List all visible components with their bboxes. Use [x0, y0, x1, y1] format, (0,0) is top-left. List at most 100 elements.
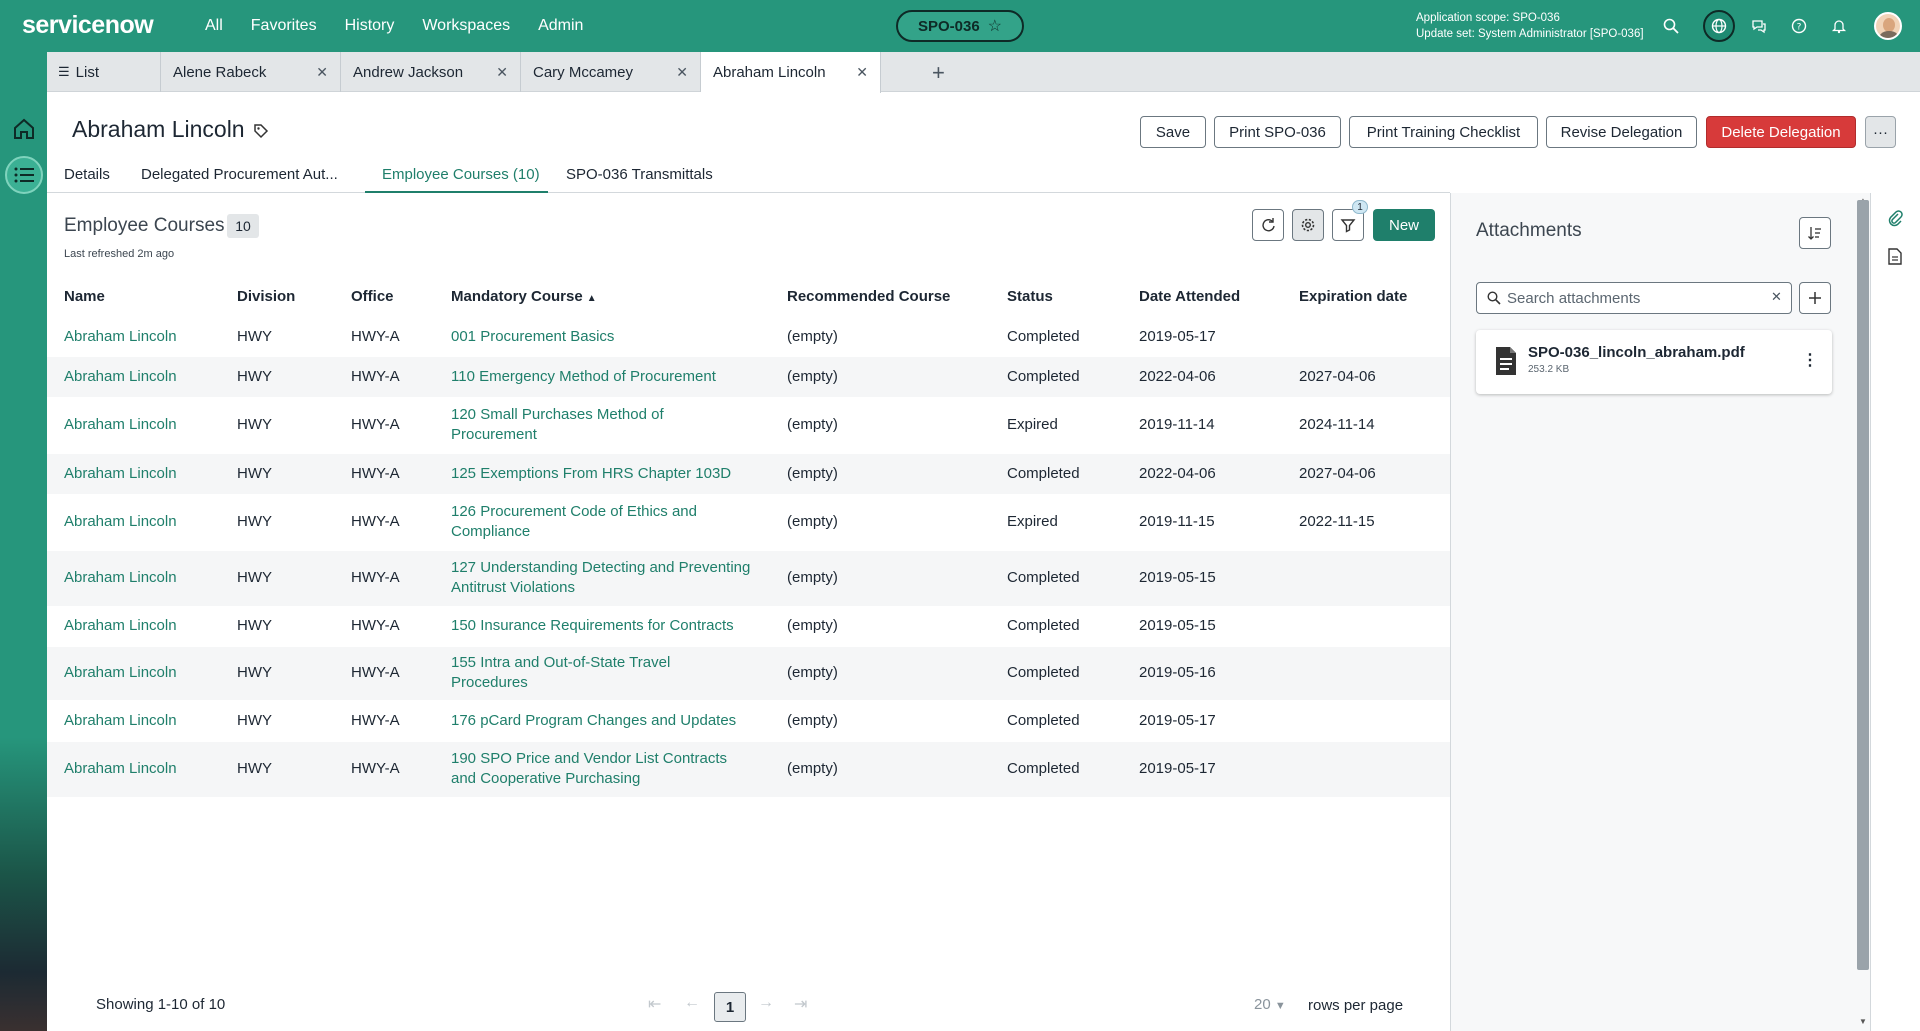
course-link[interactable]: 176 pCard Program Changes and Updates — [451, 711, 751, 731]
save-button[interactable]: Save — [1140, 116, 1206, 148]
scope-pill[interactable]: SPO-036 ☆ — [896, 10, 1024, 42]
course-link[interactable]: 190 SPO Price and Vendor List Contracts … — [451, 749, 751, 789]
tab-alene-rabeck[interactable]: Alene Rabeck ✕ — [161, 52, 341, 92]
course-link[interactable]: 125 Exemptions From HRS Chapter 103D — [451, 464, 751, 484]
current-page[interactable]: 1 — [714, 992, 746, 1022]
close-icon[interactable]: ✕ — [316, 64, 328, 81]
column-header-status[interactable]: Status — [1007, 288, 1053, 305]
search-attachments-input[interactable] — [1507, 288, 1757, 308]
previous-page-icon[interactable]: ← — [684, 994, 700, 1012]
table-row[interactable]: Abraham Lincoln HWY HWY-A 110 Emergency … — [47, 357, 1450, 397]
new-button[interactable]: New — [1373, 209, 1435, 241]
document-icon — [1496, 347, 1516, 375]
name-link[interactable]: Abraham Lincoln — [64, 711, 177, 731]
close-icon[interactable]: ✕ — [496, 64, 508, 81]
star-icon[interactable]: ☆ — [988, 16, 1002, 36]
course-link[interactable]: 110 Emergency Method of Procurement — [451, 367, 751, 387]
column-header-office[interactable]: Office — [351, 288, 394, 305]
add-tab-icon[interactable]: + — [932, 60, 945, 86]
revise-delegation-button[interactable]: Revise Delegation — [1546, 116, 1697, 148]
column-header-date-attended[interactable]: Date Attended — [1139, 288, 1240, 305]
table-row[interactable]: Abraham Lincoln HWY HWY-A 150 Insurance … — [47, 607, 1450, 646]
more-options-icon[interactable]: ⋮ — [1802, 350, 1818, 370]
recommended-cell: (empty) — [787, 513, 838, 530]
nav-workspaces[interactable]: Workspaces — [422, 17, 510, 35]
attachment-file-name[interactable]: SPO-036_lincoln_abraham.pdf — [1528, 344, 1745, 361]
tab-spo-transmittals[interactable]: SPO-036 Transmittals — [566, 166, 713, 183]
name-link[interactable]: Abraham Lincoln — [64, 568, 177, 588]
name-link[interactable]: Abraham Lincoln — [64, 512, 177, 532]
scroll-down-icon[interactable]: ▼ — [1859, 1017, 1867, 1026]
search-icon[interactable] — [1658, 13, 1684, 39]
print-training-checklist-button[interactable]: Print Training Checklist — [1349, 116, 1538, 148]
tag-icon[interactable] — [253, 123, 269, 139]
nav-admin[interactable]: Admin — [538, 17, 583, 35]
plus-icon — [1809, 292, 1821, 304]
table-row[interactable]: Abraham Lincoln HWY HWY-A 176 pCard Prog… — [47, 701, 1450, 741]
home-icon[interactable] — [11, 116, 37, 142]
help-icon[interactable]: ? — [1786, 13, 1812, 39]
table-row[interactable]: Abraham Lincoln HWY HWY-A 190 SPO Price … — [47, 742, 1450, 797]
refresh-button[interactable] — [1252, 209, 1284, 241]
paperclip-icon[interactable] — [1887, 209, 1903, 231]
table-row[interactable]: Abraham Lincoln HWY HWY-A 125 Exemptions… — [47, 454, 1450, 494]
document-icon[interactable] — [1888, 248, 1902, 269]
sort-attachments-button[interactable] — [1799, 217, 1831, 249]
tab-cary-mccamey[interactable]: Cary Mccamey ✕ — [521, 52, 701, 92]
attachments-title: Attachments — [1476, 220, 1582, 241]
table-row[interactable]: Abraham Lincoln HWY HWY-A 001 Procuremen… — [47, 318, 1450, 356]
servicenow-logo[interactable]: servicenow — [22, 11, 154, 40]
table-row[interactable]: Abraham Lincoln HWY HWY-A 155 Intra and … — [47, 647, 1450, 700]
settings-button[interactable] — [1292, 209, 1324, 241]
print-spo-button[interactable]: Print SPO-036 — [1214, 116, 1341, 148]
name-link[interactable]: Abraham Lincoln — [64, 415, 177, 435]
course-link[interactable]: 120 Small Purchases Method of Procuremen… — [451, 405, 751, 445]
more-actions-button[interactable]: ··· — [1865, 116, 1896, 148]
avatar[interactable] — [1874, 12, 1902, 40]
clear-search-icon[interactable]: ✕ — [1771, 289, 1782, 305]
tab-abraham-lincoln[interactable]: Abraham Lincoln ✕ — [701, 52, 881, 93]
table-row[interactable]: Abraham Lincoln HWY HWY-A 120 Small Purc… — [47, 398, 1450, 453]
sort-ascending-icon: ▲ — [586, 293, 597, 304]
tab-list[interactable]: ☰ List — [47, 52, 161, 92]
next-page-icon[interactable]: → — [758, 994, 774, 1012]
chat-icon[interactable] — [1746, 13, 1772, 39]
course-link[interactable]: 126 Procurement Code of Ethics and Compl… — [451, 502, 751, 542]
bell-icon[interactable] — [1826, 13, 1852, 39]
nav-all[interactable]: All — [205, 17, 223, 35]
nav-favorites[interactable]: Favorites — [251, 17, 317, 35]
name-link[interactable]: Abraham Lincoln — [64, 759, 177, 779]
name-link[interactable]: Abraham Lincoln — [64, 464, 177, 484]
name-link[interactable]: Abraham Lincoln — [64, 367, 177, 387]
tab-andrew-jackson[interactable]: Andrew Jackson ✕ — [341, 52, 521, 92]
add-attachment-button[interactable] — [1799, 282, 1831, 314]
close-icon[interactable]: ✕ — [856, 64, 868, 81]
scrollbar[interactable] — [1857, 200, 1869, 970]
column-header-mandatory-course[interactable]: Mandatory Course ▲ — [451, 288, 597, 305]
column-header-division[interactable]: Division — [237, 288, 295, 305]
column-header-recommended-course[interactable]: Recommended Course — [787, 288, 950, 305]
tab-employee-courses[interactable]: Employee Courses (10) — [382, 166, 540, 183]
globe-icon[interactable] — [1703, 10, 1735, 42]
first-page-icon[interactable]: ⇤ — [648, 994, 661, 1014]
last-page-icon[interactable]: ⇥ — [794, 994, 807, 1014]
course-link[interactable]: 127 Understanding Detecting and Preventi… — [451, 558, 751, 598]
list-nav-icon[interactable] — [5, 156, 43, 194]
column-header-name[interactable]: Name — [64, 288, 105, 305]
table-row[interactable]: Abraham Lincoln HWY HWY-A 127 Understand… — [47, 551, 1450, 606]
tab-details[interactable]: Details — [64, 166, 110, 183]
tab-delegated-procurement[interactable]: Delegated Procurement Aut... — [141, 166, 338, 183]
attachment-card[interactable]: SPO-036_lincoln_abraham.pdf 253.2 KB ⋮ — [1476, 330, 1832, 394]
course-link[interactable]: 150 Insurance Requirements for Contracts — [451, 616, 751, 636]
course-link[interactable]: 001 Procurement Basics — [451, 327, 751, 347]
name-link[interactable]: Abraham Lincoln — [64, 616, 177, 636]
delete-delegation-button[interactable]: Delete Delegation — [1706, 116, 1856, 148]
nav-history[interactable]: History — [345, 17, 395, 35]
close-icon[interactable]: ✕ — [676, 64, 688, 81]
course-link[interactable]: 155 Intra and Out-of-State Travel Proced… — [451, 653, 751, 693]
column-header-expiration-date[interactable]: Expiration date — [1299, 288, 1407, 305]
rows-per-page-select[interactable]: 20 ▼ — [1254, 996, 1286, 1013]
table-row[interactable]: Abraham Lincoln HWY HWY-A 126 Procuremen… — [47, 495, 1450, 550]
name-link[interactable]: Abraham Lincoln — [64, 663, 177, 683]
name-link[interactable]: Abraham Lincoln — [64, 327, 177, 347]
